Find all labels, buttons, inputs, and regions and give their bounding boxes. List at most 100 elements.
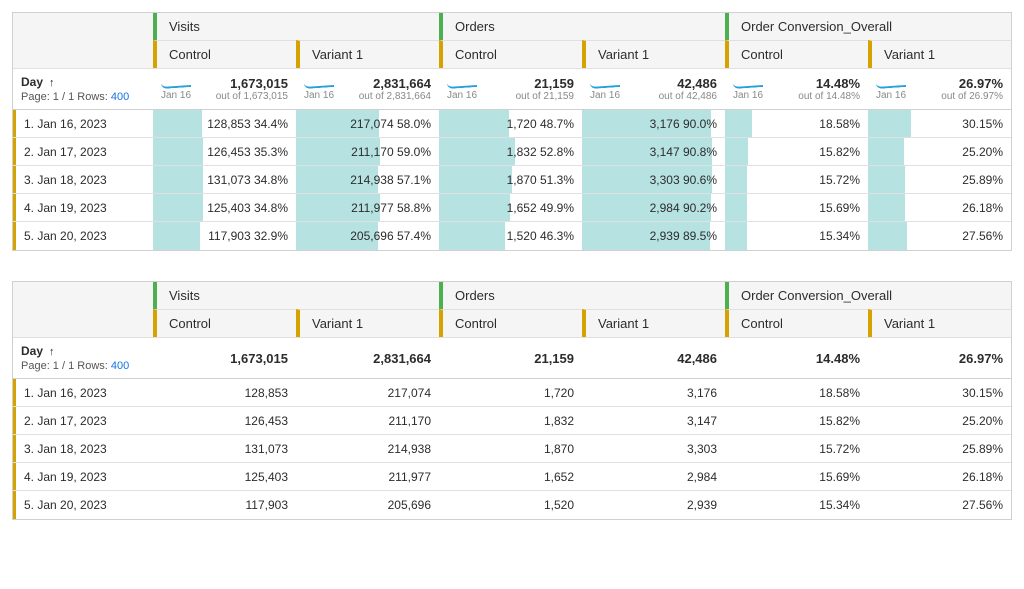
data-cell: 128,853: [153, 379, 296, 406]
table-row[interactable]: 5. Jan 20, 2023117,903 32.9%205,696 57.4…: [13, 222, 1011, 250]
data-cell: 217,074 58.0%: [296, 110, 439, 137]
data-cell: 1,832: [439, 407, 582, 434]
data-cell: 126,453 35.3%: [153, 138, 296, 165]
row-date: 2. Jan 17, 2023: [13, 138, 153, 165]
cell-value: 211,977 58.8%: [351, 201, 431, 215]
summary-value: 42,486: [677, 351, 717, 366]
data-cell: 3,176 90.0%: [582, 110, 725, 137]
summary-value: 21,159: [534, 351, 574, 366]
page-info: Page: 1 / 1 Rows: 400: [21, 360, 145, 372]
table-row[interactable]: 1. Jan 16, 2023128,853 34.4%217,074 58.0…: [13, 110, 1011, 138]
value-bar: [153, 166, 203, 193]
value-bar: [439, 194, 510, 221]
table-row[interactable]: 4. Jan 19, 2023125,403 34.8%211,977 58.8…: [13, 194, 1011, 222]
data-cell: 211,977 58.8%: [296, 194, 439, 221]
cell-value: 2,984 90.2%: [650, 201, 717, 215]
data-cell: 15.34%: [725, 222, 868, 250]
table-row[interactable]: 1. Jan 16, 2023128,853217,0741,7203,1761…: [13, 379, 1011, 407]
table-row[interactable]: 3. Jan 18, 2023131,073 34.8%214,938 57.1…: [13, 166, 1011, 194]
data-cell: 15.82%: [725, 138, 868, 165]
spark-date: Jan 16: [161, 90, 191, 101]
data-cell: 1,870 51.3%: [439, 166, 582, 193]
summary-cell: 14.48%: [725, 338, 868, 378]
metric-title[interactable]: Orders: [439, 13, 725, 40]
metric-title[interactable]: Order Conversion_Overall: [725, 13, 1011, 40]
data-cell: 125,403: [153, 463, 296, 490]
summary-subtext: out of 14.48%: [798, 91, 860, 102]
cell-value: 1,520 46.3%: [507, 229, 574, 243]
rows-count[interactable]: 400: [111, 360, 129, 372]
segment-control[interactable]: Control: [153, 309, 296, 337]
segment-variant1[interactable]: Variant 1: [296, 309, 439, 337]
data-cell: 117,903: [153, 491, 296, 519]
summary-cell: Jan 162,831,664out of 2,831,664: [296, 69, 439, 109]
cell-value: 27.56%: [962, 229, 1003, 243]
cell-value: 1,720 48.7%: [507, 117, 574, 131]
segment-variant1[interactable]: Variant 1: [868, 40, 1011, 68]
segment-variant1[interactable]: Variant 1: [582, 309, 725, 337]
cell-value: 131,073: [245, 442, 288, 456]
table-row[interactable]: 5. Jan 20, 2023117,903205,6961,5202,9391…: [13, 491, 1011, 519]
dimension-header[interactable]: Day Page: 1 / 1 Rows: 400: [13, 69, 153, 109]
segment-control[interactable]: Control: [439, 40, 582, 68]
freeform-table-rich: Visits Control Variant 1 Orders Control …: [12, 12, 1012, 251]
segment-variant1[interactable]: Variant 1: [868, 309, 1011, 337]
row-date: 3. Jan 18, 2023: [13, 435, 153, 462]
row-date: 4. Jan 19, 2023: [13, 463, 153, 490]
day-label: Day: [21, 344, 43, 358]
data-cell: 27.56%: [868, 491, 1011, 519]
metric-orders: Orders Control Variant 1: [439, 13, 725, 68]
cell-value: 1,652 49.9%: [507, 201, 574, 215]
cell-value: 214,938 57.1%: [350, 173, 431, 187]
table-row[interactable]: 3. Jan 18, 2023131,073214,9381,8703,3031…: [13, 435, 1011, 463]
data-cell: 3,303 90.6%: [582, 166, 725, 193]
cell-value: 15.34%: [819, 498, 860, 512]
cell-value: 126,453 35.3%: [207, 145, 288, 159]
metric-title[interactable]: Visits: [153, 13, 439, 40]
table-row[interactable]: 2. Jan 17, 2023126,453211,1701,8323,1471…: [13, 407, 1011, 435]
page-prefix: Page: 1 / 1 Rows:: [21, 360, 108, 372]
data-cell: 211,170 59.0%: [296, 138, 439, 165]
spark-date: Jan 16: [733, 90, 763, 101]
cell-value: 18.58%: [819, 386, 860, 400]
metric-title[interactable]: Orders: [439, 282, 725, 309]
segment-control[interactable]: Control: [153, 40, 296, 68]
segment-variant1[interactable]: Variant 1: [582, 40, 725, 68]
cell-value: 15.82%: [819, 145, 860, 159]
cell-value: 25.20%: [962, 145, 1003, 159]
data-cell: 205,696 57.4%: [296, 222, 439, 250]
summary-cell: Jan 1642,486out of 42,486: [582, 69, 725, 109]
sort-asc-icon: [49, 75, 55, 89]
value-bar: [725, 194, 747, 221]
data-cell: 25.89%: [868, 166, 1011, 193]
segment-variant1[interactable]: Variant 1: [296, 40, 439, 68]
cell-value: 15.82%: [819, 414, 860, 428]
data-cell: 27.56%: [868, 222, 1011, 250]
segment-control[interactable]: Control: [725, 40, 868, 68]
cell-value: 1,832 52.8%: [507, 145, 574, 159]
table-row[interactable]: 2. Jan 17, 2023 126,453 35.3% 211,170 59.0…: [13, 138, 1011, 166]
summary-subtext: out of 1,673,015: [216, 91, 288, 102]
cell-value: 211,170 59.0%: [351, 145, 431, 159]
metric-title[interactable]: Order Conversion_Overall: [725, 282, 1011, 309]
data-cell: 18.58%: [725, 379, 868, 406]
data-cell: 2,939: [582, 491, 725, 519]
segment-control[interactable]: Control: [725, 309, 868, 337]
dimension-header[interactable]: Day Page: 1 / 1 Rows: 400: [13, 338, 153, 378]
day-label: Day: [21, 75, 43, 89]
data-cell: 26.18%: [868, 463, 1011, 490]
summary-row: Day Page: 1 / 1 Rows: 400 1,673,0152,831…: [13, 338, 1011, 379]
cell-value: 211,977: [389, 470, 432, 484]
value-bar: [868, 194, 905, 221]
data-cell: 30.15%: [868, 379, 1011, 406]
table-row[interactable]: 4. Jan 19, 2023125,403211,9771,6522,9841…: [13, 463, 1011, 491]
rows-count[interactable]: 400: [111, 91, 129, 103]
summary-cell: Jan 161,673,015out of 1,673,015: [153, 69, 296, 109]
cell-value: 1,870: [544, 442, 574, 456]
data-cell: 15.69%: [725, 194, 868, 221]
data-cell: 3,147: [582, 407, 725, 434]
segment-control[interactable]: Control: [439, 309, 582, 337]
metric-title[interactable]: Visits: [153, 282, 439, 309]
data-cell: 1,652: [439, 463, 582, 490]
spark-date: Jan 16: [304, 90, 334, 101]
